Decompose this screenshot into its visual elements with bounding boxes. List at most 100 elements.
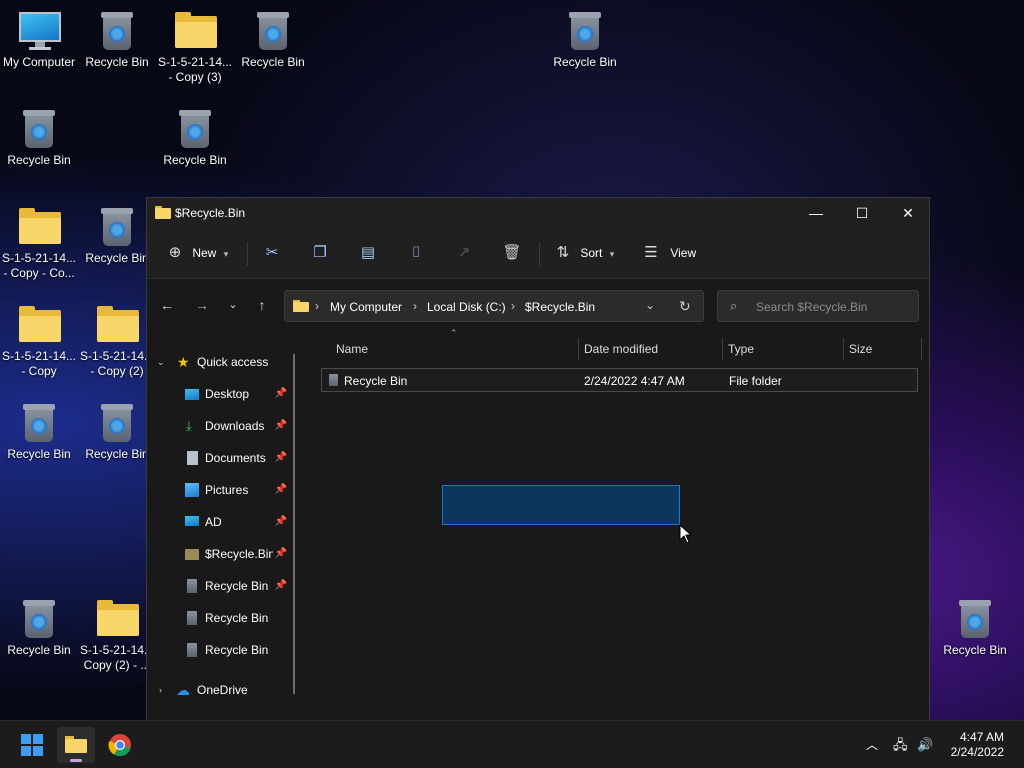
chevron-right-icon: › [159,685,162,695]
column-header-name[interactable]: Name [336,338,368,360]
address-dropdown-icon[interactable]: ⌄ [645,298,655,312]
recycle-bin-icon [187,611,197,625]
desktop-icon-folder[interactable]: S-1-5-21-14... Copy (2) - ... [78,598,156,673]
nav-item-recycle-bin-folder[interactable]: $Recycle.Bin 📌 [147,540,287,568]
back-button[interactable]: ← [153,291,181,319]
volume-icon[interactable]: 🔊 [917,721,933,768]
desktop-icon-recycle-bin[interactable]: Recycle Bin [234,10,312,70]
view-button[interactable]: ☰ View [641,238,696,268]
recycle-bin-icon [329,374,338,386]
desktop-icon-label: S-1-5-21-14... [79,643,155,657]
recycle-bin-icon [955,598,995,640]
search-box[interactable]: ⌕ [717,290,919,322]
nav-item-label: Pictures [205,483,249,497]
nav-item-documents[interactable]: Documents 📌 [147,444,287,472]
desktop-icon-folder[interactable]: S-1-5-21-14... - Copy (3) [156,10,234,85]
desktop-icon-folder[interactable]: S-1-5-21-14... - Copy (2) [78,304,156,379]
arrow-up-icon: ↑ [258,297,266,313]
rename-button[interactable]: ⌷ [406,238,426,268]
desktop-icon-recycle-bin[interactable]: Recycle Bin [78,206,156,266]
address-bar[interactable]: › My Computer › Local Disk (C:) › $Recyc… [284,290,704,322]
desktop-icon-label: - Copy - Co... [3,266,75,280]
desktop-icon-recycle-bin[interactable]: Recycle Bin [156,108,234,168]
monitor-icon [185,516,199,526]
forward-button[interactable]: → [188,291,216,319]
nav-item-recycle-bin[interactable]: Recycle Bin 📌 [147,572,287,600]
taskbar-file-explorer[interactable] [57,727,95,763]
sort-button-label: Sort [580,246,603,260]
navigation-pane: ⌄ ★ Quick access Desktop 📌 ⤓ Downloads 📌… [147,330,295,728]
breadcrumb-local-disk[interactable]: Local Disk (C:) [427,300,506,314]
start-button[interactable] [13,727,51,763]
table-row[interactable]: Recycle Bin 2/24/2022 4:47 AM File folde… [321,368,918,392]
recycle-bin-icon [565,10,605,52]
desktop-icon-label: My Computer [2,55,76,69]
delete-button[interactable]: 🗑 [502,238,522,268]
view-button-label: View [670,246,697,260]
close-button[interactable]: ✕ [885,198,931,228]
nav-item-pictures[interactable]: Pictures 📌 [147,476,287,504]
desktop-icon-recycle-bin[interactable]: Recycle Bin [78,402,156,462]
pin-icon: 📌 [274,388,287,399]
sort-ascending-icon: ⌃ [450,328,458,338]
nav-item-onedrive[interactable]: › ☁ OneDrive [147,676,287,704]
cut-button[interactable]: ✂ [262,238,282,268]
recycle-bin-icon [97,10,137,52]
maximize-button[interactable]: ☐ [839,198,885,228]
search-input[interactable] [754,298,918,316]
cloud-icon: ☁ [176,682,190,698]
desktop-icon-label: S-1-5-21-14... [157,55,233,69]
nav-item-downloads[interactable]: ⤓ Downloads 📌 [147,412,287,440]
new-button[interactable]: ⊕ New ▾ [165,238,229,268]
picture-icon [185,483,199,497]
sort-button[interactable]: ⇅ Sort ▾ [553,238,615,268]
desktop-icon-folder[interactable]: S-1-5-21-14... - Copy [0,304,78,379]
nav-item-label: Quick access [197,355,269,369]
pin-icon: 📌 [274,580,287,591]
computer-icon [19,10,61,52]
desktop-icon-label: Copy (2) - ... [83,658,151,672]
minimize-button[interactable]: — [793,198,839,228]
breadcrumb-my-computer[interactable]: My Computer [330,300,402,314]
desktop-icon-recycle-bin[interactable]: Recycle Bin [0,108,78,168]
desktop-icon-label: Recycle Bin [163,153,227,167]
nav-scrollbar[interactable] [293,354,295,694]
folder-icon [19,304,61,346]
nav-item-quick-access[interactable]: ⌄ ★ Quick access [147,348,287,376]
column-header-type[interactable]: Type [728,338,754,360]
desktop-icon-label: Recycle Bin [85,55,149,69]
recent-locations-button[interactable]: ⌄ [219,291,247,319]
desktop-icon-recycle-bin[interactable]: Recycle Bin [78,10,156,70]
nav-item-ad[interactable]: AD 📌 [147,508,287,536]
refresh-icon[interactable]: ↻ [679,298,691,315]
recycle-bin-icon [19,598,59,640]
star-icon: ★ [177,354,190,370]
column-header-date-modified[interactable]: Date modified [584,338,658,360]
nav-item-recycle-bin[interactable]: Recycle Bin [147,604,287,632]
desktop-icon-recycle-bin[interactable]: Recycle Bin [0,402,78,462]
show-hidden-icons-button[interactable]: ︿ [866,721,878,768]
chevron-down-icon: ⌄ [157,357,165,367]
network-icon[interactable]: 🖧 [893,721,908,768]
desktop-icon-recycle-bin[interactable]: Recycle Bin [0,598,78,658]
desktop-icon-label: - Copy [21,364,57,378]
desktop-icon-label: S-1-5-21-14... [79,349,155,363]
search-icon: ⌕ [730,298,738,313]
desktop-icon [185,389,199,400]
column-header-size[interactable]: Size [849,338,872,360]
desktop-icon-recycle-bin[interactable]: Recycle Bin [936,598,1014,658]
desktop-icon-folder[interactable]: S-1-5-21-14... - Copy - Co... [0,206,78,281]
nav-item-recycle-bin[interactable]: Recycle Bin [147,636,287,664]
share-button[interactable]: ↗ [454,238,474,268]
desktop-icon-recycle-bin[interactable]: Recycle Bin [546,10,624,70]
title-bar[interactable]: $Recycle.Bin — ☐ ✕ [147,198,929,228]
up-button[interactable]: ↑ [248,291,276,319]
breadcrumb-recycle-bin[interactable]: $Recycle.Bin [525,300,595,314]
paste-button[interactable]: ▤ [358,238,378,268]
desktop-icon-my-computer[interactable]: My Computer [0,10,78,70]
copy-button[interactable]: ❐ [310,238,330,268]
desktop-icon-label: Recycle Bin [241,55,305,69]
nav-item-desktop[interactable]: Desktop 📌 [147,380,287,408]
system-clock[interactable]: 4:47 AM 2/24/2022 [951,730,1004,760]
taskbar-chrome[interactable] [101,727,139,763]
